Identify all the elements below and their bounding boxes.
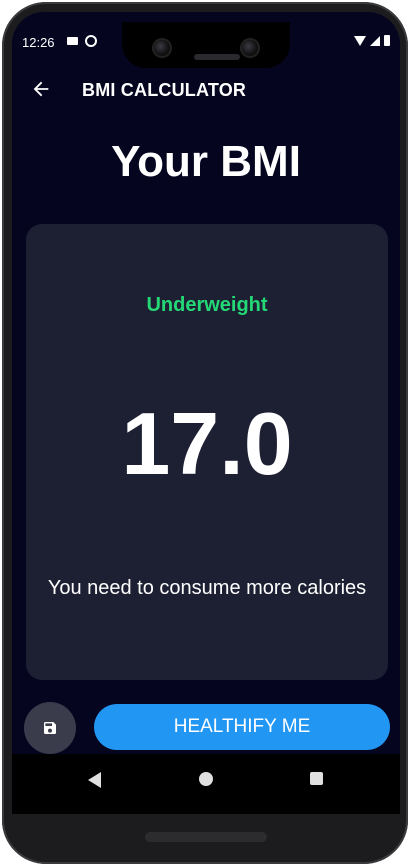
healthify-me-button[interactable]: HEALTHIFY ME <box>94 704 390 750</box>
status-icons <box>354 35 390 46</box>
nav-recents-icon[interactable] <box>310 772 323 785</box>
arrow-back-icon[interactable] <box>30 78 52 100</box>
status-time: 12:26 <box>22 35 55 50</box>
save-button[interactable] <box>24 702 76 754</box>
nav-home-icon[interactable] <box>199 772 213 786</box>
sync-notification-icon <box>85 35 97 47</box>
page-title: Your BMI <box>111 137 301 186</box>
gmail-notification-icon <box>67 37 78 45</box>
result-card: Underweight 17.0 You need to consume mor… <box>26 224 388 680</box>
battery-icon <box>384 35 390 46</box>
front-camera-right-icon <box>242 40 258 56</box>
camera-notch <box>122 22 290 68</box>
bottom-speaker <box>145 832 267 842</box>
app-bar-title: BMI CALCULATOR <box>82 80 247 100</box>
phone-frame: 12:26 BMI CALCULATOR Your BMI Underweigh… <box>2 2 408 864</box>
app-screen: 12:26 BMI CALCULATOR Your BMI Underweigh… <box>12 12 400 802</box>
nav-back-icon[interactable] <box>88 772 101 788</box>
system-navigation-bar <box>12 754 400 814</box>
cell-signal-icon <box>370 35 380 46</box>
app-bar: BMI CALCULATOR <box>12 70 400 110</box>
save-icon <box>44 722 56 734</box>
front-camera-left-icon <box>154 40 170 56</box>
earpiece-speaker <box>194 54 240 60</box>
bmi-value: 17.0 <box>121 394 293 493</box>
bmi-status-label: Underweight <box>146 294 268 316</box>
bmi-advice-message: You need to consume more calories <box>47 577 367 599</box>
wifi-icon <box>354 35 366 46</box>
